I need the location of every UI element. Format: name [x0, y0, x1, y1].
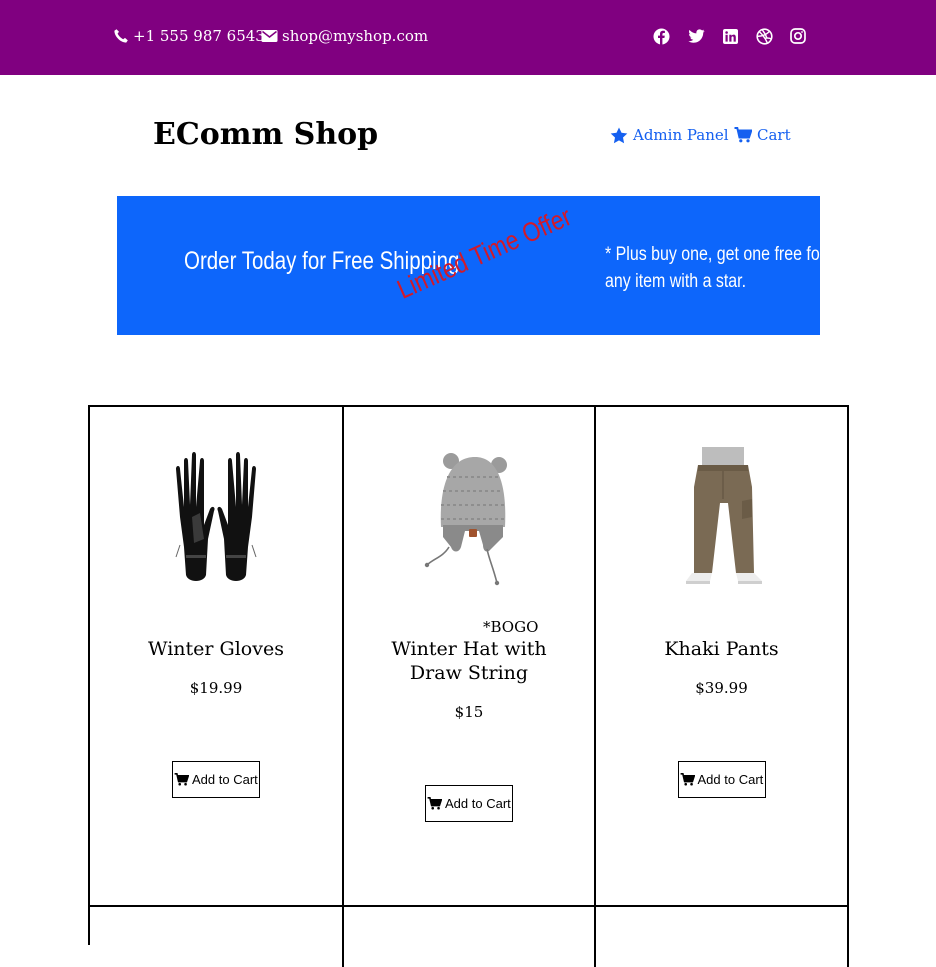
envelope-icon — [261, 30, 278, 42]
product-image-pants — [685, 447, 762, 584]
product-name[interactable]: Winter Hat with Draw String — [344, 637, 594, 685]
banner-note-line2: any item with a star. — [605, 271, 747, 292]
phone-icon — [114, 29, 128, 43]
add-to-cart-label: Add to Cart — [697, 772, 764, 787]
instagram-icon[interactable] — [789, 27, 807, 45]
shopping-cart-icon — [174, 773, 189, 786]
product-price: $19.99 — [189, 679, 243, 697]
banner-note-line1: * Plus buy one, get one free for — [605, 244, 820, 265]
product-name-line2: Draw String — [409, 662, 529, 684]
add-to-cart-button[interactable]: Add to Cart — [677, 761, 766, 798]
add-to-cart-button[interactable]: Add to Cart — [172, 761, 260, 798]
add-to-cart-button[interactable]: Add to Cart — [425, 785, 513, 822]
product-grid: Winter Gloves $19.99 Add to Cart *BOGO W… — [88, 405, 849, 967]
admin-panel-label: Admin Panel — [633, 126, 729, 144]
add-to-cart-label: Add to Cart — [192, 772, 258, 787]
product-price: $39.99 — [695, 679, 748, 697]
contact-phone[interactable]: +1 555 987 6543 — [113, 27, 265, 45]
email-address: shop@myshop.com — [282, 27, 429, 45]
product-name[interactable]: Winter Gloves — [90, 637, 342, 661]
banner-note: * Plus buy one, get one free for any ite… — [605, 241, 820, 295]
product-card-winter-gloves: Winter Gloves $19.99 Add to Cart — [90, 407, 344, 907]
contact-email[interactable]: shop@myshop.com — [261, 27, 428, 45]
shopping-cart-icon — [427, 797, 442, 810]
product-card-row2-1 — [90, 907, 344, 967]
bogo-badge: *BOGO — [483, 618, 539, 636]
shopping-cart-icon — [734, 127, 752, 143]
product-card-row2-2 — [344, 907, 596, 967]
product-name[interactable]: Khaki Pants — [596, 637, 847, 661]
star-icon — [610, 127, 628, 143]
product-image-gloves — [175, 452, 257, 581]
phone-number: +1 555 987 6543 — [133, 27, 265, 45]
top-bar: +1 555 987 6543 shop@myshop.com — [0, 0, 936, 75]
product-name-line1: Winter Hat with — [391, 638, 547, 660]
linkedin-icon[interactable] — [721, 27, 739, 45]
product-image-hat — [424, 453, 507, 586]
product-card-winter-hat: *BOGO Winter Hat with Draw String $15 Ad… — [344, 407, 596, 907]
twitter-icon[interactable] — [687, 27, 705, 45]
add-to-cart-label: Add to Cart — [445, 796, 511, 811]
dribbble-icon[interactable] — [755, 27, 773, 45]
site-brand[interactable]: EComm Shop — [153, 116, 378, 154]
product-card-row2-3 — [596, 907, 849, 967]
shopping-cart-icon — [680, 773, 695, 786]
product-price: $15 — [454, 703, 484, 721]
product-card-khaki-pants: Khaki Pants $39.99 Add to Cart — [596, 407, 849, 907]
cart-label: Cart — [757, 126, 791, 144]
promo-banner[interactable]: Order Today for Free Shipping Limited Ti… — [117, 196, 820, 335]
admin-panel-link[interactable]: Admin Panel — [610, 126, 729, 144]
facebook-icon[interactable] — [652, 27, 670, 45]
cart-link[interactable]: Cart — [734, 126, 791, 144]
